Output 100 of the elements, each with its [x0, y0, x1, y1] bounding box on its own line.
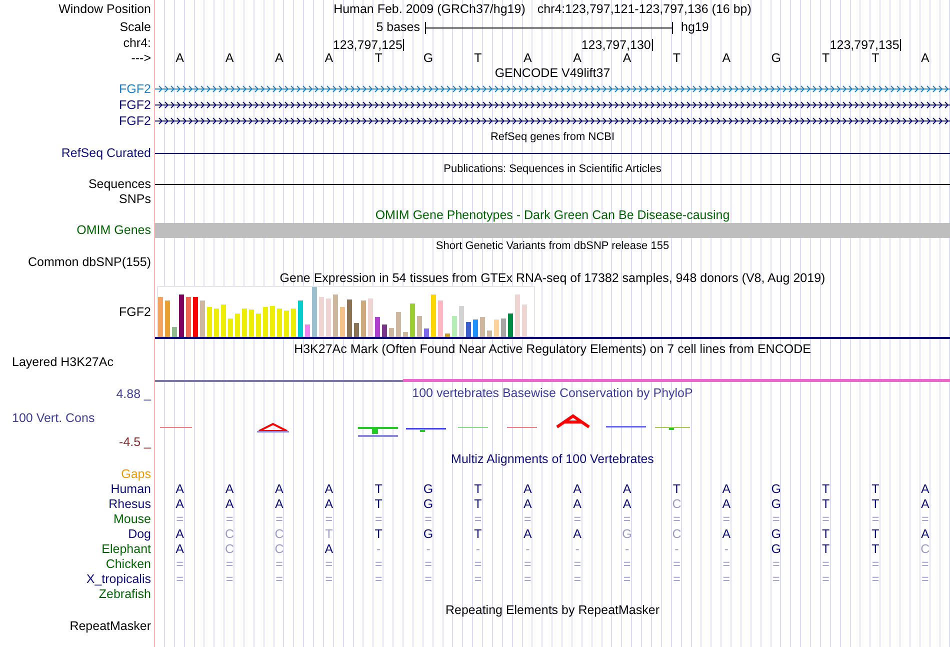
expression-bar[interactable] [396, 312, 401, 337]
position-text: chr4:123,797,121-123,797,136 (16 bp) [537, 3, 752, 16]
base-letter: A [225, 52, 234, 64]
expression-bar[interactable] [319, 297, 324, 337]
track-label[interactable]: Dog [128, 528, 151, 541]
expression-bar[interactable] [508, 314, 513, 337]
expression-bar[interactable] [361, 300, 366, 337]
track-label[interactable]: FGF2 [119, 114, 151, 128]
track-label[interactable]: RefSeq Curated [61, 146, 151, 160]
aligned-base: = [722, 558, 730, 571]
track-label[interactable]: Chicken [106, 558, 151, 571]
track-label[interactable]: Window Position [58, 3, 151, 16]
track-label[interactable]: Common dbSNP(155) [28, 256, 151, 268]
aligned-base: = [673, 573, 680, 586]
expression-bar[interactable] [389, 328, 394, 337]
expression-bar[interactable] [480, 317, 485, 337]
aligned-base: A [573, 528, 582, 541]
expression-bar[interactable] [340, 307, 345, 337]
track-label[interactable]: FGF2 [119, 82, 151, 96]
track-label[interactable]: Layered H3K27Ac [12, 356, 114, 368]
expression-bar[interactable] [333, 294, 338, 337]
expression-bar[interactable] [256, 314, 261, 337]
expression-bar[interactable] [501, 318, 506, 337]
track-label[interactable]: RepeatMasker [70, 620, 151, 632]
expression-bar[interactable] [172, 327, 177, 337]
expression-bar[interactable] [214, 308, 219, 337]
expression-bar[interactable] [158, 297, 163, 337]
expression-bar[interactable] [375, 317, 380, 337]
aligned-base: = [276, 513, 283, 526]
expression-bar[interactable] [494, 320, 499, 337]
track-label[interactable]: Mouse [113, 513, 151, 526]
expression-bar[interactable] [347, 300, 352, 337]
track-label[interactable]: Zebrafish [98, 588, 151, 601]
expression-bar[interactable] [207, 307, 212, 337]
expression-bar[interactable] [235, 314, 240, 337]
track-label[interactable]: OMIM Genes [76, 224, 151, 237]
expression-bar[interactable] [179, 294, 184, 337]
expression-bar[interactable] [242, 308, 247, 337]
expression-bar[interactable] [403, 332, 408, 337]
expression-bar[interactable] [452, 316, 457, 337]
aligned-base: - [426, 543, 430, 556]
expression-bar[interactable] [438, 300, 443, 337]
track-label[interactable]: Sequences [88, 178, 151, 190]
expression-bar[interactable] [354, 323, 359, 337]
aligned-base: A [722, 528, 731, 541]
track-label[interactable]: FGF2 [119, 98, 151, 112]
expression-bar[interactable] [298, 300, 303, 337]
expression-bar[interactable] [270, 306, 275, 337]
expression-bar[interactable] [228, 318, 233, 337]
expression-bar[interactable] [445, 334, 450, 337]
track-label[interactable]: Rhesus [108, 498, 151, 511]
expression-bar[interactable] [284, 310, 289, 337]
expression-bar[interactable] [249, 310, 254, 337]
expression-bar[interactable] [291, 308, 296, 337]
expression-bar[interactable] [326, 298, 331, 337]
base-letter: T [872, 52, 880, 64]
aligned-base: = [226, 558, 234, 571]
expression-bar[interactable] [221, 304, 226, 337]
expression-bar[interactable] [277, 308, 282, 337]
base-letter: G [771, 52, 781, 64]
expression-bar[interactable] [263, 307, 268, 337]
track-label[interactable]: Human [110, 483, 151, 496]
aligned-base: = [374, 558, 382, 571]
expression-bar[interactable] [459, 306, 464, 337]
track-label[interactable]: FGF2 [119, 306, 151, 319]
feature-bar[interactable] [155, 223, 950, 238]
expression-bar[interactable] [382, 324, 387, 337]
aligned-base: G [622, 528, 632, 541]
expression-bar[interactable] [305, 324, 310, 337]
track-label[interactable]: ---> [131, 52, 151, 64]
aligned-base: = [574, 513, 581, 526]
aligned-base: T [474, 498, 482, 511]
expression-bar[interactable] [466, 322, 471, 337]
expression-bar[interactable] [410, 304, 415, 337]
track-label[interactable]: 100 Vert. Cons [0, 412, 95, 424]
expression-bar[interactable] [515, 294, 520, 337]
aligned-base: = [325, 558, 333, 571]
expression-bar[interactable] [368, 298, 373, 337]
expression-bar[interactable] [193, 297, 198, 337]
track-label[interactable]: chr4: [123, 37, 151, 50]
assembly-text: Human Feb. 2009 (GRCh37/hg19) [334, 3, 526, 16]
track-title: GENCODE V49lift37 [494, 66, 610, 80]
expression-bar[interactable] [487, 330, 492, 337]
track-label[interactable]: Scale [120, 21, 151, 34]
expression-bar[interactable] [417, 316, 422, 337]
expression-bar[interactable] [522, 304, 527, 337]
expression-bar[interactable] [165, 300, 170, 337]
track-label[interactable]: X_tropicalis [86, 573, 151, 586]
aligned-base: = [424, 558, 432, 571]
expression-bar[interactable] [200, 300, 205, 337]
assembly-label: hg19 [681, 21, 709, 34]
expression-bar[interactable] [312, 287, 317, 337]
aligned-base: = [226, 513, 234, 526]
expression-bar[interactable] [431, 294, 436, 337]
base-letter: T [474, 52, 482, 64]
expression-bar[interactable] [424, 328, 429, 337]
track-label[interactable]: SNPs [119, 192, 151, 206]
track-label[interactable]: Elephant [102, 543, 151, 556]
expression-bar[interactable] [186, 297, 191, 337]
expression-bar[interactable] [473, 320, 478, 337]
